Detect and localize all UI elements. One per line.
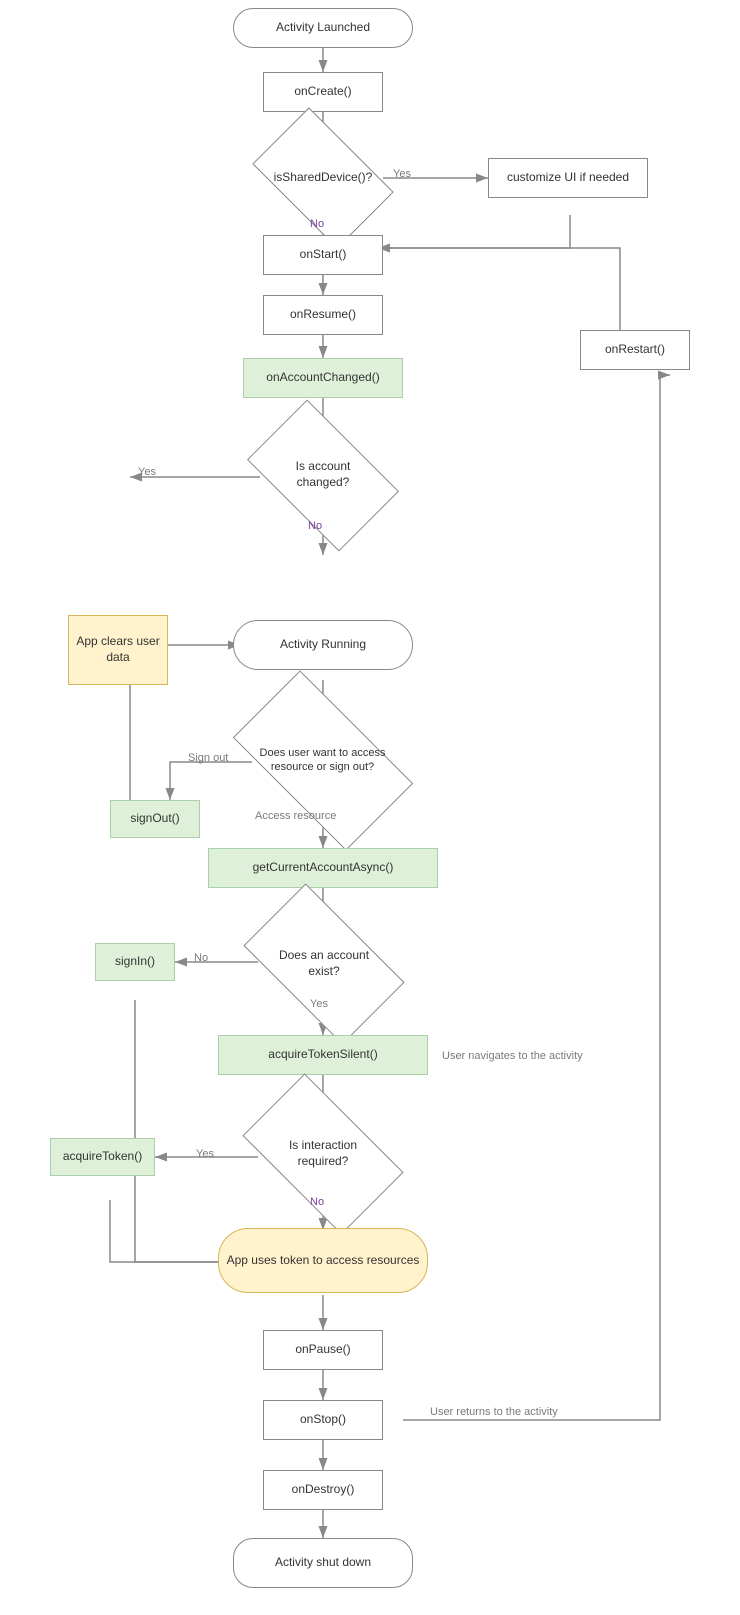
no-shared-label: No (310, 218, 324, 230)
activity-launched-node: Activity Launched (233, 8, 413, 48)
activity-running-node: Activity Running (233, 620, 413, 670)
no-account-exist-label: No (194, 952, 208, 964)
customize-node: customize UI if needed (488, 158, 648, 198)
yes-shared-label: Yes (393, 168, 411, 180)
acquire-silent-node: acquireTokenSilent() (218, 1035, 428, 1075)
yes-account-exist-label: Yes (310, 998, 328, 1010)
is-account-changed-diamond: Is account changed? (218, 430, 428, 520)
is-interaction-diamond: Is interaction required? (212, 1110, 434, 1198)
access-resource-label: Access resource (255, 810, 336, 822)
activity-shutdown-node: Activity shut down (233, 1538, 413, 1588)
on-restart-node: onRestart() (580, 330, 690, 370)
on-pause-node: onPause() (263, 1330, 383, 1370)
does-account-exist-diamond: Does an account exist? (210, 920, 438, 1008)
on-account-changed-node: onAccountChanged() (243, 358, 403, 398)
yes-interaction-label: Yes (196, 1148, 214, 1160)
on-start-node: onStart() (263, 235, 383, 275)
on-create-node: onCreate() (263, 72, 383, 112)
sign-out-node: signOut() (110, 800, 200, 838)
app-uses-token-node: App uses token to access resources (218, 1228, 428, 1293)
user-returns-label: User returns to the activity (430, 1406, 558, 1418)
get-current-node: getCurrentAccountAsync() (208, 848, 438, 888)
sign-in-node: signIn() (95, 943, 175, 981)
user-navigates-label: User navigates to the activity (442, 1050, 583, 1062)
no-interaction-label: No (310, 1196, 324, 1208)
on-stop-node: onStop() (263, 1400, 383, 1440)
does-user-want-diamond: Does user want to access resource or sig… (195, 710, 450, 810)
acquire-token-node: acquireToken() (50, 1138, 155, 1176)
app-clears-node: App clears user data (68, 615, 168, 685)
sign-out-arrow-label: Sign out (188, 752, 228, 764)
on-destroy-node: onDestroy() (263, 1470, 383, 1510)
no-account-label: No (308, 520, 322, 532)
yes-account-label: Yes (138, 466, 156, 478)
on-resume-node: onResume() (263, 295, 383, 335)
